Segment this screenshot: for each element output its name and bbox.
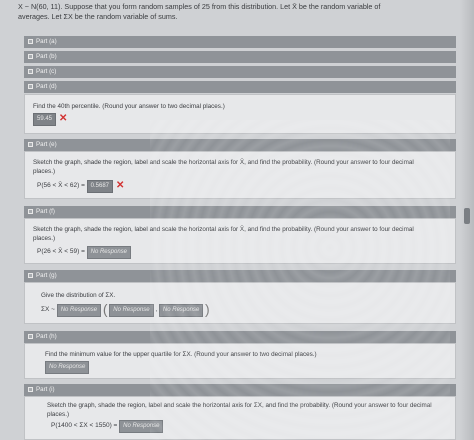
part-f-label: Part (f) <box>36 208 55 215</box>
part-g-answer-row: ΣX ~ No Response ( No Response , No Resp… <box>41 301 210 317</box>
part-b-header[interactable]: Part (b) <box>24 51 456 63</box>
close-paren: ) <box>205 301 210 317</box>
scrollbar-thumb[interactable] <box>464 208 470 224</box>
intro-line-1: X ~ N(60, 11). Suppose that you form ran… <box>18 2 381 11</box>
part-b-label: Part (b) <box>36 53 57 60</box>
part-i-panel: Sketch the graph, shade the region, labe… <box>24 396 456 440</box>
homework-page: X ~ N(60, 11). Suppose that you form ran… <box>0 0 474 440</box>
part-g-label: Part (g) <box>36 272 57 279</box>
square-box-icon <box>28 208 33 214</box>
square-box-icon <box>28 53 33 59</box>
part-f-question-line-1: Sketch the graph, shade the region, labe… <box>33 226 414 233</box>
part-c-header[interactable]: Part (c) <box>24 66 456 78</box>
part-g-answer-1[interactable]: No Response <box>56 304 102 317</box>
part-h-answer-row: No Response <box>45 361 90 374</box>
part-f-answer-row: P(26 < X̄ < 59) = No Response <box>37 246 131 259</box>
part-d-header[interactable]: Part (d) <box>24 81 456 93</box>
part-d-answer-field[interactable]: 59.45 <box>33 113 57 126</box>
part-d-answer-row: 59.45 ✕ <box>33 113 67 126</box>
part-i-question: Sketch the graph, shade the region, labe… <box>47 401 455 419</box>
part-f-question-line-2: places.) <box>33 235 56 242</box>
part-h-answer-field[interactable]: No Response <box>45 361 90 374</box>
part-f-question: Sketch the graph, shade the region, labe… <box>33 225 453 243</box>
part-d-label: Part (d) <box>36 83 57 90</box>
square-box-icon <box>28 38 33 44</box>
part-d-panel: Find the 40th percentile. (Round your an… <box>24 94 456 134</box>
part-d-question: Find the 40th percentile. (Round your an… <box>33 103 225 110</box>
part-g-answer-3[interactable]: No Response <box>158 304 204 317</box>
part-h-header[interactable]: Part (h) <box>24 331 456 343</box>
part-e-label: Part (e) <box>36 141 57 148</box>
problem-intro: X ~ N(60, 11). Suppose that you form ran… <box>18 2 458 22</box>
part-i-label: Part (i) <box>36 386 55 393</box>
part-e-panel: Sketch the graph, shade the region, labe… <box>24 151 456 199</box>
part-e-header[interactable]: Part (e) <box>24 139 456 151</box>
square-box-icon <box>28 83 33 89</box>
part-e-expression: P(56 < X̄ < 62) = <box>37 182 85 189</box>
part-f-header[interactable]: Part (f) <box>24 206 456 218</box>
part-a-label: Part (a) <box>36 38 57 45</box>
part-g-question: Give the distribution of ΣX. <box>41 292 116 299</box>
square-box-icon <box>28 386 33 392</box>
part-i-question-line-1: Sketch the graph, shade the region, labe… <box>47 402 432 409</box>
part-a-header[interactable]: Part (a) <box>24 36 456 48</box>
x-mark-icon: ✕ <box>116 180 125 191</box>
part-e-question-line-2: places.) <box>33 168 56 175</box>
part-e-answer-field[interactable]: 0.5687 <box>86 180 113 193</box>
part-i-header[interactable]: Part (i) <box>24 384 456 396</box>
square-box-icon <box>28 68 33 74</box>
part-g-header[interactable]: Part (g) <box>24 270 456 282</box>
part-c-label: Part (c) <box>36 68 57 75</box>
part-f-answer-field[interactable]: No Response <box>86 246 131 259</box>
part-f-expression: P(26 < X̄ < 59) = <box>37 248 85 255</box>
square-box-icon <box>28 272 33 278</box>
part-i-answer-field[interactable]: No Response <box>119 420 164 433</box>
part-h-panel: Find the minimum value for the upper qua… <box>24 343 456 379</box>
part-h-question: Find the minimum value for the upper qua… <box>45 351 317 358</box>
part-h-label: Part (h) <box>36 333 57 340</box>
open-paren: ( <box>102 301 108 317</box>
x-mark-icon: ✕ <box>59 113 68 124</box>
part-e-question-line-1: Sketch the graph, shade the region, labe… <box>33 159 414 166</box>
part-g-answer-2[interactable]: No Response <box>109 304 154 317</box>
part-g-expression: ΣX ~ <box>41 306 55 313</box>
comma-separator: , <box>155 306 158 313</box>
part-i-expression: P(1400 < ΣX < 1550) = <box>51 422 118 429</box>
square-box-icon <box>28 333 33 339</box>
part-e-question: Sketch the graph, shade the region, labe… <box>33 158 453 176</box>
part-i-question-line-2: places.) <box>47 411 70 418</box>
part-i-answer-row: P(1400 < ΣX < 1550) = No Response <box>51 420 164 433</box>
square-box-icon <box>28 141 33 147</box>
part-f-panel: Sketch the graph, shade the region, labe… <box>24 218 456 264</box>
intro-line-2: averages. Let ΣX be the random variable … <box>18 12 178 21</box>
part-e-answer-row: P(56 < X̄ < 62) = 0.5687 ✕ <box>37 180 124 193</box>
part-g-panel: Give the distribution of ΣX. ΣX ~ No Res… <box>24 282 456 324</box>
